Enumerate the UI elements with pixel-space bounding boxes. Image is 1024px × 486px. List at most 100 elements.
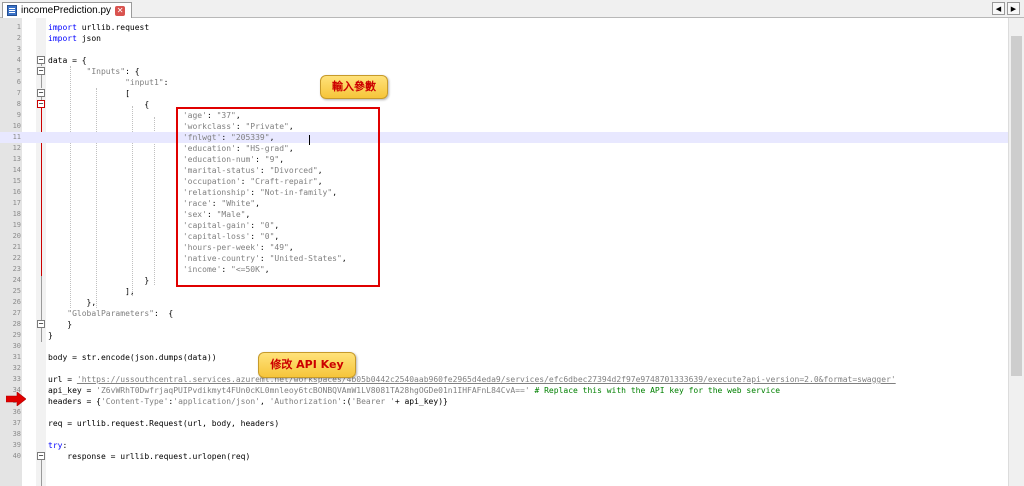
code-token: : bbox=[163, 78, 169, 87]
code-line[interactable]: 37 req = urllib.request.Request(url, body… bbox=[0, 418, 1008, 429]
line-number: 29 bbox=[12, 331, 21, 339]
code-line[interactable]: 1 import urllib.request bbox=[0, 22, 1008, 33]
code-line[interactable]: 8 { bbox=[0, 99, 1008, 110]
code-line[interactable]: 14 'marital-status': "Divorced", bbox=[0, 165, 1008, 176]
code-line[interactable]: 24 } bbox=[0, 275, 1008, 286]
code-text: [ bbox=[48, 88, 130, 99]
code-line[interactable]: 3 bbox=[0, 44, 1008, 55]
line-number: 8 bbox=[16, 100, 21, 108]
code-line[interactable]: 13 'education-num': "9", bbox=[0, 154, 1008, 165]
tab-bar: incomePrediction.py ✕ ◀ ▶ bbox=[0, 0, 1024, 18]
tab-incomeprediction[interactable]: incomePrediction.py ✕ bbox=[2, 2, 133, 18]
line-number: 32 bbox=[12, 364, 21, 372]
code-text: } bbox=[48, 330, 53, 341]
code-token: : bbox=[62, 441, 68, 450]
line-number: 21 bbox=[12, 243, 21, 251]
code-editor[interactable]: − − − − − − 1 import urllib.request 2 impor… bbox=[0, 18, 1024, 486]
line-number: 25 bbox=[12, 287, 21, 295]
code-line[interactable]: 32 bbox=[0, 363, 1008, 374]
code-line[interactable]: 23 'income': "<=50K", bbox=[0, 264, 1008, 275]
code-token: { bbox=[48, 100, 150, 109]
line-number: 39 bbox=[12, 441, 21, 449]
line-number: 19 bbox=[12, 221, 21, 229]
code-line[interactable]: 22 'native-country': "United-States", bbox=[0, 253, 1008, 264]
scrollbar-thumb[interactable] bbox=[1011, 36, 1022, 376]
code-text: }, bbox=[48, 297, 97, 308]
code-line[interactable]: 19 'capital-gain': "0", bbox=[0, 220, 1008, 231]
code-line[interactable]: 30 bbox=[0, 341, 1008, 352]
code-line[interactable]: 6 "input1": bbox=[0, 77, 1008, 88]
code-line[interactable]: 15 'occupation': "Craft-repair", bbox=[0, 176, 1008, 187]
code-line[interactable]: 28 } bbox=[0, 319, 1008, 330]
code-line[interactable]: 20 'capital-loss': "0", bbox=[0, 231, 1008, 242]
code-line[interactable]: 11 'fnlwgt': "205339", bbox=[0, 132, 1008, 143]
callout-modify-api-key: 修改 API Key bbox=[258, 352, 356, 378]
code-line[interactable]: 36 bbox=[0, 407, 1008, 418]
line-number: 17 bbox=[12, 199, 21, 207]
code-token: } bbox=[48, 331, 53, 340]
code-line[interactable]: 27 "GlobalParameters": { bbox=[0, 308, 1008, 319]
line-number: 28 bbox=[12, 320, 21, 328]
code-text: api_key = 'Z6vWRhT0DwfrjaqPUIPvdikmyt4FU… bbox=[48, 385, 780, 396]
line-number: 9 bbox=[16, 111, 21, 119]
code-text: try: bbox=[48, 440, 67, 451]
code-token: "GlobalParameters" bbox=[67, 309, 154, 318]
code-line[interactable]: 25 ], bbox=[0, 286, 1008, 297]
code-token: [ bbox=[48, 89, 130, 98]
code-token: data = { bbox=[48, 56, 87, 65]
code-line[interactable]: 33 url = 'https://ussouthcentral.services… bbox=[0, 374, 1008, 385]
code-line[interactable]: 39 try: bbox=[0, 440, 1008, 451]
code-line[interactable]: 16 'relationship': "Not-in-family", bbox=[0, 187, 1008, 198]
code-line[interactable]: 10 'workclass': "Private", bbox=[0, 121, 1008, 132]
code-line[interactable]: 26 }, bbox=[0, 297, 1008, 308]
line-number: 15 bbox=[12, 177, 21, 185]
line-number: 18 bbox=[12, 210, 21, 218]
code-token: "input1" bbox=[125, 78, 164, 87]
code-line[interactable]: 4 data = { bbox=[0, 55, 1008, 66]
line-number: 20 bbox=[12, 232, 21, 240]
code-token: import bbox=[48, 23, 77, 32]
code-line[interactable]: 7 [ bbox=[0, 88, 1008, 99]
code-text: ], bbox=[48, 286, 135, 297]
close-icon[interactable]: ✕ bbox=[115, 5, 126, 16]
code-token: 'Authorization' bbox=[269, 397, 342, 406]
code-token: } bbox=[48, 276, 150, 285]
line-number: 27 bbox=[12, 309, 21, 317]
code-text: "input1": bbox=[48, 77, 168, 88]
vertical-scrollbar[interactable] bbox=[1008, 18, 1024, 486]
code-line[interactable]: 38 bbox=[0, 429, 1008, 440]
code-line[interactable]: 18 'sex': "Male", bbox=[0, 209, 1008, 220]
line-number: 11 bbox=[12, 133, 21, 141]
code-line[interactable]: 17 'race': "White", bbox=[0, 198, 1008, 209]
line-number: 40 bbox=[12, 452, 21, 460]
tab-prev-button[interactable]: ◀ bbox=[992, 2, 1005, 15]
code-line[interactable]: 40 response = urllib.request.urlopen(req… bbox=[0, 451, 1008, 462]
code-line[interactable]: 21 'hours-per-week': "49", bbox=[0, 242, 1008, 253]
line-number: 14 bbox=[12, 166, 21, 174]
code-token: 'https://ussouthcentral.services.azureml… bbox=[76, 375, 896, 384]
code-line[interactable]: 2 import json bbox=[0, 33, 1008, 44]
code-line[interactable]: 5 "Inputs": { bbox=[0, 66, 1008, 77]
code-line[interactable]: 9 'age': "37", bbox=[0, 110, 1008, 121]
code-token: response = urllib.request.urlopen(req) bbox=[48, 452, 251, 461]
code-token: 'application/json' bbox=[173, 397, 260, 406]
code-token: ], bbox=[48, 287, 135, 296]
code-line[interactable]: 29} bbox=[0, 330, 1008, 341]
code-line[interactable]: 12 'education': "HS-grad", bbox=[0, 143, 1008, 154]
code-token: : { bbox=[153, 309, 174, 318]
tab-next-button[interactable]: ▶ bbox=[1007, 2, 1020, 15]
line-number: 4 bbox=[16, 56, 21, 64]
code-line[interactable]: 34 api_key = 'Z6vWRhT0DwfrjaqPUIPvdikmyt4… bbox=[0, 385, 1008, 396]
code-line[interactable]: 35headers = {'Content-Type':'application… bbox=[0, 396, 1008, 407]
code-text: "GlobalParameters": { bbox=[48, 308, 173, 319]
code-text: } bbox=[48, 319, 72, 330]
line-number: 5 bbox=[16, 67, 21, 75]
line-number: 12 bbox=[12, 144, 21, 152]
code-line[interactable]: 31 body = str.encode(json.dumps(data)) bbox=[0, 352, 1008, 363]
